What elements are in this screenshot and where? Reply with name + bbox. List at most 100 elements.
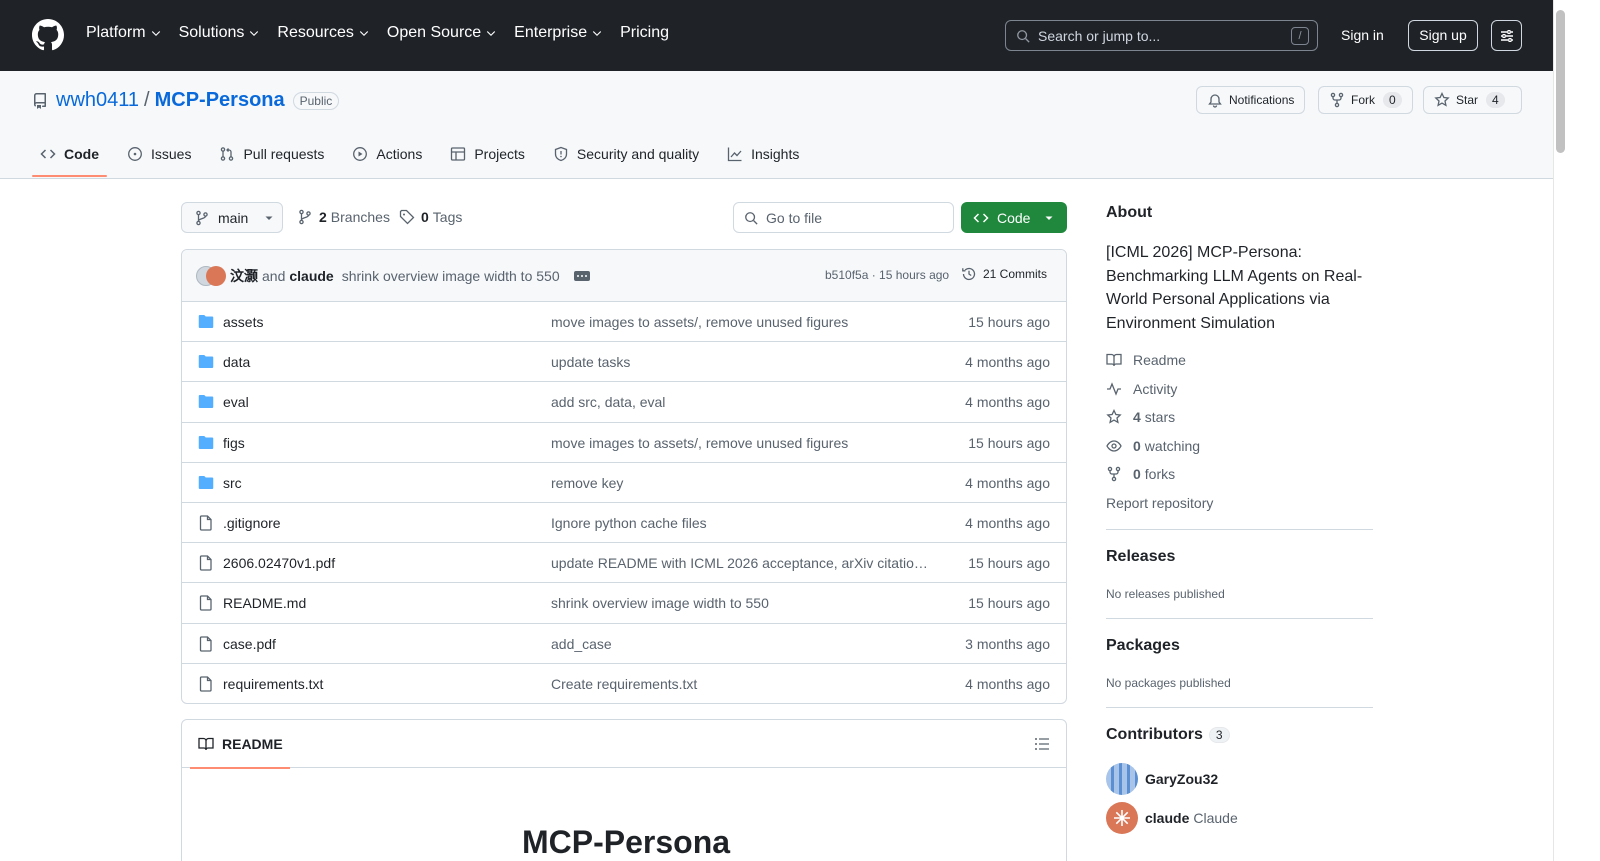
watching-link[interactable]: 0 watching [1106,438,1200,454]
file-row[interactable]: assets move images to assets/, remove unu… [182,302,1066,343]
tags-count: 0 [421,209,429,225]
commit-author-link[interactable]: 汶灏 [230,266,258,286]
repo-owner-link[interactable]: wwh0411 [56,89,139,112]
file-commit-message-link[interactable]: move images to assets/, remove unused fi… [551,314,935,330]
commit-message-link[interactable]: shrink overview image width to 550 [342,268,560,284]
avatar [1106,763,1138,795]
file-commit-message-link[interactable]: move images to assets/, remove unused fi… [551,435,935,451]
nav-pricing[interactable]: Pricing [620,24,669,42]
repo-name-link[interactable]: MCP-Persona [155,89,285,112]
tab-insights[interactable]: Insights [719,136,807,172]
branches-link[interactable]: 2 Branches [297,209,390,225]
fork-button[interactable]: Fork 0 [1318,86,1413,114]
contributor-item[interactable]: GaryZou32 [1106,763,1218,795]
contributor-login: GaryZou32 [1145,771,1219,787]
file-name-link[interactable]: 2606.02470v1.pdf [223,555,335,571]
forks-link[interactable]: 0 forks [1106,466,1175,482]
contributor-item[interactable]: claude Claude [1106,802,1238,834]
tab-insights-label: Insights [751,146,800,162]
file-name-link[interactable]: README.md [223,595,306,611]
file-name-link[interactable]: data [223,354,250,370]
notifications-button[interactable]: Notifications [1196,86,1306,114]
file-name-link[interactable]: .gitignore [223,515,281,531]
file-name-link[interactable]: figs [223,435,245,451]
file-name-link[interactable]: src [223,475,242,491]
file-row[interactable]: data update tasks 4 months ago [182,342,1066,383]
readme-link[interactable]: Readme [1106,352,1186,368]
sign-in-link[interactable]: Sign in [1341,27,1384,43]
outline-list-button[interactable] [1034,736,1050,752]
file-commit-message-link[interactable]: add src, data, eval [551,394,935,410]
report-repository-link[interactable]: Report repository [1106,495,1213,511]
file-row[interactable]: 2606.02470v1.pdf update README with ICML … [182,543,1066,584]
go-to-file-placeholder: Go to file [766,209,823,226]
sign-up-button[interactable]: Sign up [1408,20,1478,51]
file-commit-message-link[interactable]: remove key [551,475,935,491]
activity-link[interactable]: Activity [1106,381,1177,397]
file-commit-age: 4 months ago [965,514,1050,531]
tab-security[interactable]: Security and quality [545,136,707,172]
branch-selector[interactable]: main [181,202,283,233]
tags-link[interactable]: 0 Tags [399,209,462,225]
file-commit-age: 15 hours ago [968,314,1050,330]
tags-label: Tags [432,209,463,225]
commit-coauthor-link[interactable]: claude [289,268,333,284]
file-commit-message-link[interactable]: update tasks [551,354,935,370]
star-button[interactable]: Star 4 [1423,86,1522,114]
file-commit-message-link[interactable]: add_case [551,636,935,652]
file-commit-message-link[interactable]: update README with ICML 2026 acceptance,… [551,555,935,571]
file-row[interactable]: .gitignore Ignore python cache files 4 mon… [182,503,1066,544]
window-edge [1568,0,1600,861]
folder-icon [198,354,214,370]
contributors-heading[interactable]: Contributors 3 [1106,726,1230,744]
global-search-input[interactable]: Search or jump to... / [1005,20,1318,51]
settings-menu-button[interactable] [1491,20,1522,51]
file-commit-message-link[interactable]: Ignore python cache files [551,515,935,531]
tab-pull-requests[interactable]: Pull requests [211,136,332,172]
commit-sha-time[interactable]: b510f5a · 15 hours ago [825,268,949,282]
file-row[interactable]: requirements.txt Create requirements.txt 4… [182,664,1066,703]
issue-opened-icon [128,147,142,161]
file-name-link[interactable]: eval [223,394,249,410]
nav-platform[interactable]: Platform [86,24,162,42]
code-icon [40,149,56,159]
file-row[interactable]: figs move images to assets/, remove unuse… [182,423,1066,463]
nav-solutions[interactable]: Solutions [179,24,261,42]
file-commit-message-link[interactable]: shrink overview image width to 550 [551,595,935,611]
chevron-down-icon [250,31,259,37]
commit-expand-button[interactable] [573,270,590,281]
packages-heading[interactable]: Packages [1106,637,1180,655]
file-name-link[interactable]: case.pdf [223,636,276,652]
file-name-link[interactable]: requirements.txt [223,676,323,692]
tab-projects[interactable]: Projects [442,136,533,172]
tab-actions[interactable]: Actions [344,136,430,172]
file-name-link[interactable]: assets [223,314,263,330]
commits-history-link[interactable]: 21 Commits [961,266,1047,282]
github-logo-icon[interactable] [32,19,64,51]
nav-open-source[interactable]: Open Source [387,24,497,42]
file-row[interactable]: src remove key 4 months ago [182,463,1066,503]
code-dropdown-button[interactable]: Code [961,202,1067,233]
commits-count-label: 21 Commits [983,267,1048,281]
nav-resources[interactable]: Resources [277,24,369,42]
tab-issues-label: Issues [151,146,192,162]
scrollbar-thumb[interactable] [1556,10,1565,153]
tab-code-label: Code [64,146,99,162]
readme-tab[interactable]: README [190,720,290,769]
file-row[interactable]: case.pdf add_case 3 months ago [182,624,1066,664]
tab-code[interactable]: Code [32,136,107,177]
chevron-down-icon [592,31,602,37]
list-unordered-icon [1035,738,1049,750]
file-commit-age: 4 months ago [965,675,1050,692]
stars-link[interactable]: 4 stars [1106,409,1175,425]
star-count: 4 [1486,92,1505,108]
file-row[interactable]: eval add src, data, eval 4 months ago [182,382,1066,423]
nav-enterprise[interactable]: Enterprise [514,24,603,42]
releases-heading[interactable]: Releases [1106,548,1175,566]
commit-avatars[interactable] [196,265,226,286]
stars-label: stars [1144,409,1176,425]
go-to-file-input[interactable]: Go to file [733,202,954,233]
tab-issues[interactable]: Issues [119,136,199,172]
file-row[interactable]: README.md shrink overview image width to … [182,583,1066,624]
file-commit-message-link[interactable]: Create requirements.txt [551,676,935,692]
